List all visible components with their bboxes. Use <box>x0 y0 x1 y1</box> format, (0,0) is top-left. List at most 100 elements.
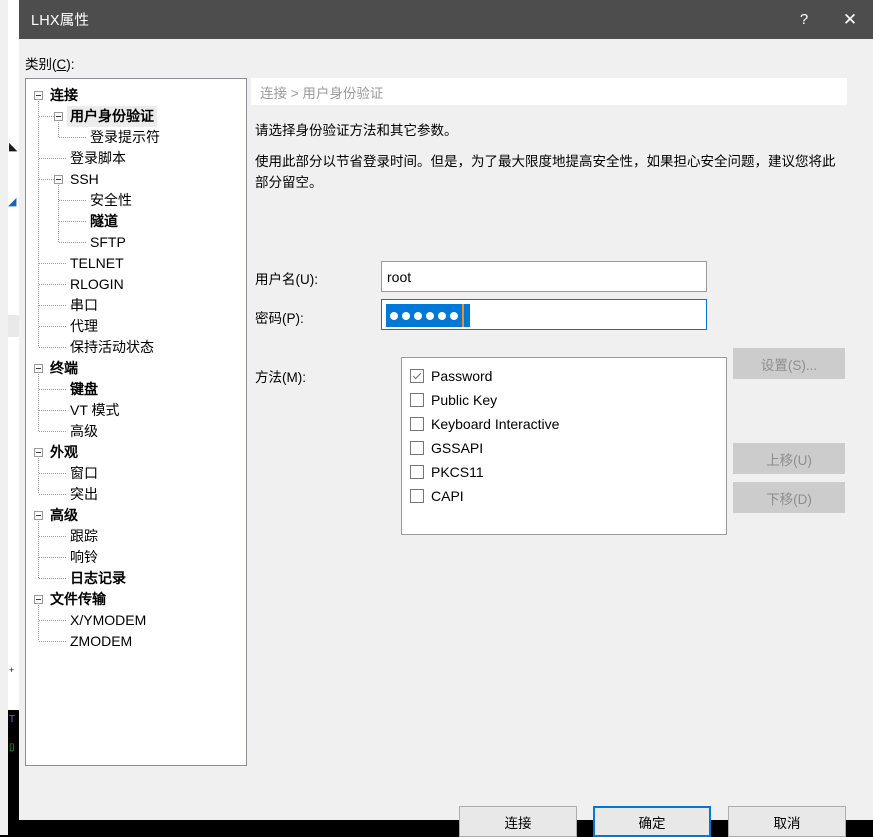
collapse-icon[interactable] <box>34 364 43 373</box>
tree-connector-horizontal <box>39 578 67 579</box>
tree-item-label: 文件传输 <box>50 591 106 607</box>
tree-connector-vertical <box>58 185 59 242</box>
checkbox-icon[interactable] <box>410 489 424 503</box>
tree-connector-horizontal <box>39 410 67 411</box>
password-dot <box>402 311 410 320</box>
password-input[interactable] <box>381 299 707 330</box>
tree-item-17[interactable]: 外观 <box>26 442 246 463</box>
tree-connector-vertical <box>58 122 59 137</box>
tree-item-label: 代理 <box>70 318 98 334</box>
tree-item-label: 登录提示符 <box>90 129 160 145</box>
ok-button[interactable]: 确定 <box>593 806 711 837</box>
cancel-button[interactable]: 取消 <box>728 806 846 837</box>
connect-button[interactable]: 连接 <box>459 806 577 837</box>
move-up-button[interactable]: 上移(U) <box>733 443 845 474</box>
collapse-icon[interactable] <box>34 448 43 457</box>
tree-connector-horizontal <box>39 158 67 159</box>
collapse-icon[interactable] <box>34 595 43 604</box>
checkbox-icon[interactable] <box>410 393 424 407</box>
category-label: 类别(C): <box>25 57 75 72</box>
tree-item-4[interactable]: SSH <box>26 169 246 190</box>
tree-item-label: 串口 <box>70 297 98 313</box>
tree-connector-horizontal <box>39 179 54 180</box>
tree-connector-vertical <box>38 521 39 578</box>
method-list[interactable]: Password Public Key Keyboard Interactive GS… <box>401 357 727 535</box>
tree-item-24[interactable]: 文件传输 <box>26 589 246 610</box>
tree-item-0[interactable]: 连接 <box>26 85 246 106</box>
description-line-1: 请选择身份验证方法和其它参数。 <box>255 123 458 138</box>
tree-connector-horizontal <box>39 641 67 642</box>
tree-item-label: 突出 <box>70 486 98 502</box>
tree-connector-horizontal <box>39 116 54 117</box>
method-label-text: PKCS11 <box>431 464 484 480</box>
help-icon[interactable]: ? <box>781 0 827 39</box>
collapse-icon[interactable] <box>54 175 63 184</box>
method-row[interactable]: Password <box>410 364 726 388</box>
tree-item-label: 日志记录 <box>70 570 126 586</box>
password-dot <box>414 311 422 320</box>
tree-item-label: 高级 <box>70 423 98 439</box>
tree-connector-horizontal <box>59 137 87 138</box>
tree-item-label: SSH <box>70 171 99 187</box>
tree-connector-horizontal <box>39 263 67 264</box>
tree-item-label: RLOGIN <box>70 276 124 292</box>
dialog-titlebar[interactable]: LHX属性 ? ✕ <box>19 0 873 39</box>
tree-item-label: 响铃 <box>70 549 98 565</box>
collapse-icon[interactable] <box>34 91 43 100</box>
checkbox-icon[interactable] <box>410 417 424 431</box>
move-down-button[interactable]: 下移(D) <box>733 482 845 513</box>
tree-item-label: TELNET <box>70 255 124 271</box>
tree-item-label: 安全性 <box>90 192 132 208</box>
tree-connector-horizontal <box>39 536 67 537</box>
tree-connector-horizontal <box>39 557 67 558</box>
password-label: 密码(P): <box>255 311 304 326</box>
background-glyph-caret: ◣ <box>9 141 18 153</box>
settings-button[interactable]: 设置(S)... <box>733 348 845 379</box>
tree-connector-vertical <box>38 374 39 431</box>
tree-item-label: ZMODEM <box>70 633 133 649</box>
close-icon[interactable]: ✕ <box>827 0 873 39</box>
tree-connector-horizontal <box>39 431 67 432</box>
tree-item-label: 跟踪 <box>70 528 98 544</box>
tree-item-label: VT 模式 <box>70 402 120 418</box>
tree-item-13[interactable]: 终端 <box>26 358 246 379</box>
tree-item-label: 登录脚本 <box>70 150 126 166</box>
method-row[interactable]: CAPI <box>410 484 726 508</box>
method-row[interactable]: PKCS11 <box>410 460 726 484</box>
tree-connector-vertical <box>38 101 39 347</box>
password-dot <box>438 311 446 320</box>
password-dot <box>390 311 398 320</box>
checkbox-icon[interactable] <box>410 465 424 479</box>
background-panel-row-1 <box>8 100 19 145</box>
tree-item-20[interactable]: 高级 <box>26 505 246 526</box>
breadcrumb: 连接 > 用户身份验证 <box>251 78 847 105</box>
tree-item-label: 连接 <box>50 87 78 103</box>
tree-item-label: 隧道 <box>90 213 118 229</box>
tree-connector-vertical <box>38 458 39 494</box>
checkbox-checked-icon[interactable] <box>410 369 424 383</box>
checkbox-icon[interactable] <box>410 441 424 455</box>
tree-item-label: 键盘 <box>70 381 98 397</box>
username-label: 用户名(U): <box>255 272 318 287</box>
method-row[interactable]: Keyboard Interactive <box>410 412 726 436</box>
background-panel-row-7 <box>8 677 19 711</box>
tree-item-label: 终端 <box>50 360 78 376</box>
tree-item-label: 外观 <box>50 444 78 460</box>
tree-connector-horizontal <box>39 473 67 474</box>
tree-connector-horizontal <box>59 221 87 222</box>
description-line-2: 使用此部分以节省登录时间。但是，为了最大限度地提高安全性，如果担心安全问题，建议… <box>255 154 836 190</box>
collapse-icon[interactable] <box>34 511 43 520</box>
tree-connector-horizontal <box>39 305 67 306</box>
collapse-icon[interactable] <box>54 112 63 121</box>
method-row[interactable]: Public Key <box>410 388 726 412</box>
username-input[interactable] <box>381 261 707 292</box>
tree-item-1[interactable]: 用户身份验证 <box>26 106 246 127</box>
dialog-body: 类别(C): 连接 用户身份验证 登录提示符 登录脚本 SSH 安全性 隧道 SFTP TELN… <box>19 39 873 837</box>
category-tree: 连接 用户身份验证 登录提示符 登录脚本 SSH 安全性 隧道 SFTP TELNET RLOGI… <box>26 79 246 649</box>
tree-connector-horizontal <box>39 347 67 348</box>
password-dot <box>426 311 434 320</box>
category-tree-panel[interactable]: 连接 用户身份验证 登录提示符 登录脚本 SSH 安全性 隧道 SFTP TELNET RLOGI… <box>25 78 247 766</box>
background-panel-row-4 <box>8 210 19 316</box>
method-row[interactable]: GSSAPI <box>410 436 726 460</box>
tree-connector-horizontal <box>39 284 67 285</box>
